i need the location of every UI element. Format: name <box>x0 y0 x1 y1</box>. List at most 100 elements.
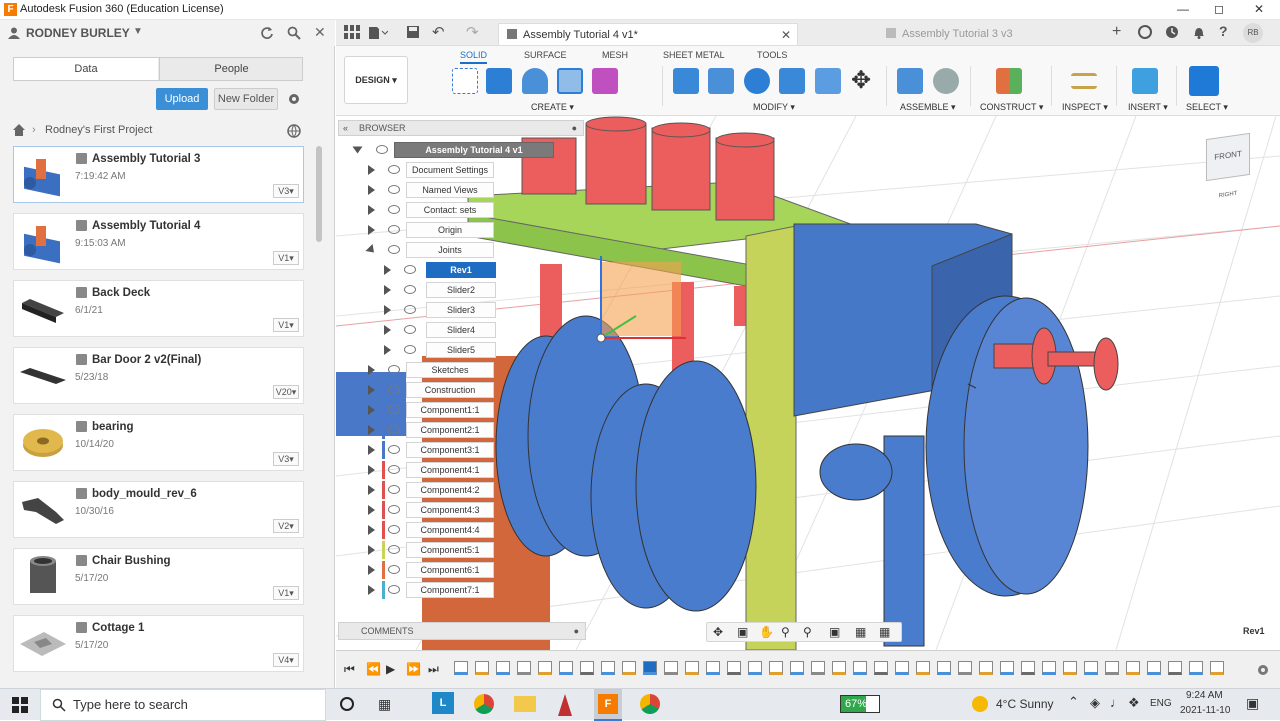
visibility-eye-icon[interactable] <box>388 425 400 434</box>
viewports-icon[interactable]: ▦ <box>879 625 890 639</box>
timeline-feature-icon[interactable] <box>1189 661 1203 675</box>
timeline-feature-icon[interactable] <box>1210 661 1224 675</box>
timeline-feature-icon[interactable] <box>1147 661 1161 675</box>
visibility-eye-icon[interactable] <box>388 445 400 454</box>
expand-icon[interactable] <box>368 445 375 455</box>
move-copy-icon[interactable]: ✥ <box>851 66 871 95</box>
browser-tree-row[interactable]: Slider5 <box>338 340 538 360</box>
insert-image-icon[interactable] <box>1132 68 1158 94</box>
timeline-settings-gear-icon[interactable] <box>1256 663 1270 677</box>
browser-tree-row[interactable]: Origin <box>338 220 538 240</box>
browser-tree-row[interactable]: Named Views <box>338 180 538 200</box>
file-item-assembly-tutorial-3[interactable]: Assembly Tutorial 3 7:19:42 AM V3▾ <box>13 146 304 203</box>
globe-settings-icon[interactable] <box>287 124 301 138</box>
timeline-features[interactable] <box>454 659 1234 681</box>
visibility-eye-icon[interactable] <box>376 145 388 154</box>
expand-icon[interactable] <box>384 345 391 355</box>
create-sketch-icon[interactable] <box>452 68 478 94</box>
browser-tree-row[interactable]: Component4:2 <box>338 480 538 500</box>
maximize-button[interactable]: ◻ <box>1204 2 1234 18</box>
browser-header[interactable]: BROWSER « ● <box>338 120 584 136</box>
version-badge[interactable]: V20▾ <box>273 385 299 399</box>
comments-panel[interactable]: COMMENTS ● <box>338 622 586 640</box>
fusion-taskbar-button[interactable]: F <box>594 689 622 721</box>
timeline-feature-icon[interactable] <box>895 661 909 675</box>
expand-icon[interactable] <box>384 285 391 295</box>
new-folder-button[interactable]: New Folder <box>214 88 278 110</box>
file-explorer-icon[interactable] <box>514 696 536 712</box>
expand-icon[interactable] <box>368 485 375 495</box>
timeline-feature-icon[interactable] <box>664 661 678 675</box>
timeline-feature-icon[interactable] <box>1063 661 1077 675</box>
timeline-feature-icon[interactable] <box>454 661 468 675</box>
cortana-icon[interactable] <box>340 697 354 711</box>
timeline-feature-icon[interactable] <box>517 661 531 675</box>
browser-item-label[interactable]: Component4:4 <box>406 522 494 538</box>
battery-meter[interactable]: 67% <box>840 695 880 713</box>
timeline-next-icon[interactable]: ⏩ <box>406 662 421 676</box>
file-item-bar-door[interactable]: Bar Door 2 v2(Final) 5/23/18 V20▾ <box>13 347 304 404</box>
timeline-feature-icon[interactable] <box>916 661 930 675</box>
visibility-eye-icon[interactable] <box>404 265 416 274</box>
browser-tree-row[interactable]: Slider2 <box>338 280 538 300</box>
timeline-feature-icon[interactable] <box>979 661 993 675</box>
doc-tab-active[interactable]: Assembly Tutorial 4 v1* ✕ <box>498 23 798 46</box>
taskbar-search-input[interactable]: Type here to search <box>40 689 326 721</box>
browser-item-label[interactable]: Component3:1 <box>406 442 494 458</box>
press-pull-icon[interactable] <box>673 68 699 94</box>
tab-sheet-metal[interactable]: SHEET METAL <box>663 50 725 60</box>
browser-tree-row[interactable]: Component6:1 <box>338 560 538 580</box>
modify-menu[interactable]: MODIFY ▾ <box>753 102 795 113</box>
browser-tree-row[interactable]: Component4:1 <box>338 460 538 480</box>
browser-item-label[interactable]: Construction <box>406 382 494 398</box>
extrude-icon[interactable] <box>486 68 512 94</box>
visibility-eye-icon[interactable] <box>404 285 416 294</box>
timeline-feature-icon[interactable] <box>1105 661 1119 675</box>
browser-tree-row[interactable]: Component5:1 <box>338 540 538 560</box>
file-menu-icon[interactable] <box>368 25 388 40</box>
dropbox-icon[interactable]: ❖ <box>1128 695 1140 711</box>
timeline-feature-icon[interactable] <box>685 661 699 675</box>
new-component-icon[interactable] <box>897 68 923 94</box>
tab-surface[interactable]: SURFACE <box>524 50 567 60</box>
browser-item-label[interactable]: Rev1 <box>426 262 496 278</box>
help-icon[interactable]: ? <box>1219 23 1228 39</box>
create-form-icon[interactable] <box>592 68 618 94</box>
visibility-eye-icon[interactable] <box>388 405 400 414</box>
timeline-feature-icon[interactable] <box>1042 661 1056 675</box>
close-panel-icon[interactable]: ✕ <box>314 24 326 41</box>
tab-solid[interactable]: SOLID <box>460 50 488 64</box>
browser-root-label[interactable]: Assembly Tutorial 4 v1 <box>394 142 554 158</box>
zoom-icon[interactable]: ⚲ <box>781 625 790 639</box>
browser-options-icon[interactable]: ● <box>572 121 577 135</box>
visibility-eye-icon[interactable] <box>388 505 400 514</box>
language-indicator[interactable]: ENG <box>1150 698 1172 709</box>
extensions-icon[interactable] <box>1138 25 1152 39</box>
expand-icon[interactable] <box>368 545 375 555</box>
version-badge[interactable]: V1▾ <box>273 318 299 332</box>
browser-item-label[interactable]: Component6:1 <box>406 562 494 578</box>
visibility-eye-icon[interactable] <box>388 205 400 214</box>
version-badge[interactable]: V1▾ <box>273 251 299 265</box>
expand-icon[interactable] <box>368 365 375 375</box>
timeline-feature-icon[interactable] <box>643 661 657 675</box>
wifi-icon[interactable]: ◈ <box>1090 695 1100 711</box>
offset-plane-icon[interactable] <box>996 68 1022 94</box>
file-item-cottage[interactable]: Cottage 1 5/17/20 V4▾ <box>13 615 304 672</box>
version-badge[interactable]: V1▾ <box>273 586 299 600</box>
redo-icon[interactable]: ↷ <box>466 23 479 41</box>
version-badge[interactable]: V4▾ <box>273 653 299 667</box>
timeline-prev-icon[interactable]: ⏪ <box>366 662 381 676</box>
browser-tree-row[interactable]: Rev1 <box>338 260 538 280</box>
expand-icon[interactable] <box>368 165 375 175</box>
browser-item-label[interactable]: Contact: sets <box>406 202 494 218</box>
browser-item-label[interactable]: Slider5 <box>426 342 496 358</box>
weather-text[interactable]: 4°C Sunny <box>996 697 1054 711</box>
fillet-icon[interactable] <box>708 68 734 94</box>
undo-icon[interactable]: ↶ <box>432 23 445 41</box>
user-name[interactable]: RODNEY BURLEY <box>26 26 130 40</box>
browser-item-label[interactable]: Component4:1 <box>406 462 494 478</box>
expand-icon[interactable] <box>384 305 391 315</box>
browser-item-label[interactable]: Origin <box>406 222 494 238</box>
close-tab-icon[interactable]: ✕ <box>781 24 791 46</box>
